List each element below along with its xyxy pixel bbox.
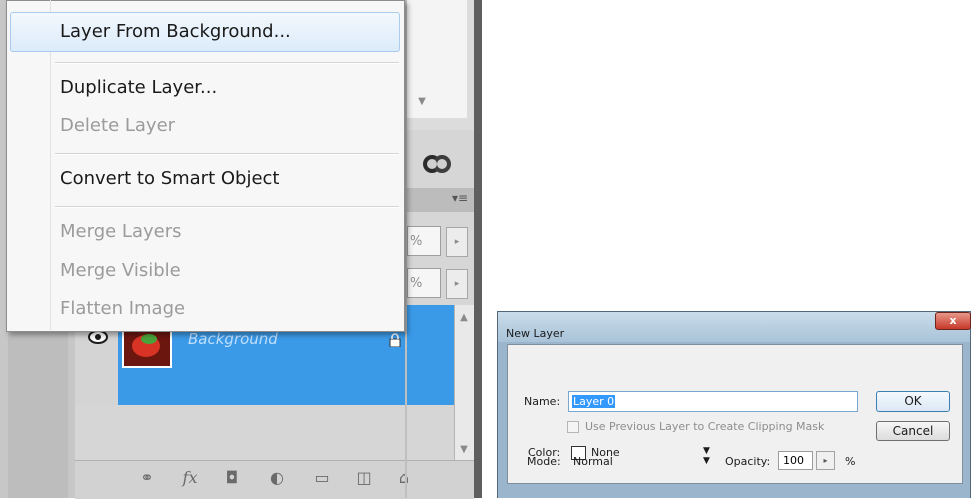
menu-item-convert-smart-object[interactable]: Convert to Smart Object bbox=[60, 168, 279, 189]
menu-item-merge-layers: Merge Layers bbox=[60, 221, 182, 242]
fill-field[interactable]: % bbox=[407, 268, 441, 298]
panel-menu-icon[interactable]: ▾≡ bbox=[452, 190, 468, 206]
trash-icon[interactable]: ⌂ bbox=[392, 468, 416, 488]
link-icon[interactable]: ⚭ bbox=[132, 468, 162, 488]
clipping-mask-checkbox[interactable] bbox=[567, 421, 579, 433]
eye-icon[interactable] bbox=[88, 330, 108, 344]
menu-separator bbox=[55, 206, 399, 208]
adjustment-icon[interactable]: ◐ bbox=[262, 468, 292, 488]
layers-scrollbar[interactable] bbox=[454, 305, 475, 460]
color-dropdown-arrow-icon[interactable]: ▼ bbox=[703, 446, 710, 456]
panel-right-edge bbox=[474, 0, 482, 498]
opacity-label: Opacity: bbox=[725, 455, 771, 468]
opacity-unit: % bbox=[845, 455, 856, 468]
mode-dropdown-arrow-icon[interactable]: ▼ bbox=[703, 456, 710, 466]
dialog-titlebar[interactable] bbox=[498, 312, 970, 342]
panel-preview-area bbox=[407, 0, 474, 130]
close-icon[interactable]: x bbox=[935, 312, 971, 330]
ok-button[interactable]: OK bbox=[876, 391, 950, 412]
opacity-input[interactable]: 100 bbox=[778, 451, 813, 470]
mode-label: Mode: bbox=[527, 455, 561, 468]
dialog-bottom-frame bbox=[498, 484, 970, 498]
scroll-down-arrow-icon[interactable]: ▼ bbox=[415, 96, 429, 108]
layer-name: Background bbox=[188, 330, 278, 348]
opacity-partial-text: % bbox=[410, 234, 423, 249]
opacity-stepper[interactable]: ▸ bbox=[816, 451, 835, 470]
layer-name-value: Layer 0 bbox=[572, 395, 616, 408]
layers-list-empty bbox=[75, 405, 474, 460]
folder-icon[interactable]: ▭ bbox=[310, 468, 334, 488]
panel-toggle-icon[interactable] bbox=[412, 152, 462, 176]
menu-separator bbox=[55, 153, 399, 155]
scroll-down-arrow-icon-2[interactable]: ▼ bbox=[457, 444, 471, 456]
menu-item-flatten-image: Flatten Image bbox=[60, 298, 186, 319]
fx-icon[interactable]: fx bbox=[175, 468, 205, 488]
fill-partial-text: % bbox=[410, 276, 423, 291]
clipping-mask-label: Use Previous Layer to Create Clipping Ma… bbox=[585, 420, 825, 433]
opacity-field[interactable]: % bbox=[407, 226, 441, 256]
scroll-up-arrow-icon[interactable]: ▲ bbox=[457, 312, 471, 324]
menu-item-delete-layer: Delete Layer bbox=[60, 115, 176, 136]
layer-name-input[interactable]: Layer 0 bbox=[568, 391, 858, 412]
mask-icon[interactable]: ◘ bbox=[220, 468, 244, 488]
mode-dropdown[interactable]: Normal bbox=[573, 455, 613, 468]
fill-arrow-button[interactable]: ▸ bbox=[446, 269, 468, 299]
menu-separator bbox=[55, 62, 399, 64]
opacity-arrow-button[interactable]: ▸ bbox=[446, 227, 468, 257]
cancel-button[interactable]: Cancel bbox=[876, 421, 950, 441]
dialog-title: New Layer bbox=[506, 327, 565, 340]
lock-icon bbox=[389, 333, 401, 347]
menu-item-layer-from-background[interactable]: Layer From Background... bbox=[60, 21, 291, 42]
menu-item-merge-visible: Merge Visible bbox=[60, 260, 181, 281]
new-layer-icon[interactable]: ◫ bbox=[352, 468, 376, 488]
name-label: Name: bbox=[524, 395, 561, 408]
panel-divider bbox=[405, 0, 407, 498]
menu-item-duplicate-layer[interactable]: Duplicate Layer... bbox=[60, 77, 217, 98]
